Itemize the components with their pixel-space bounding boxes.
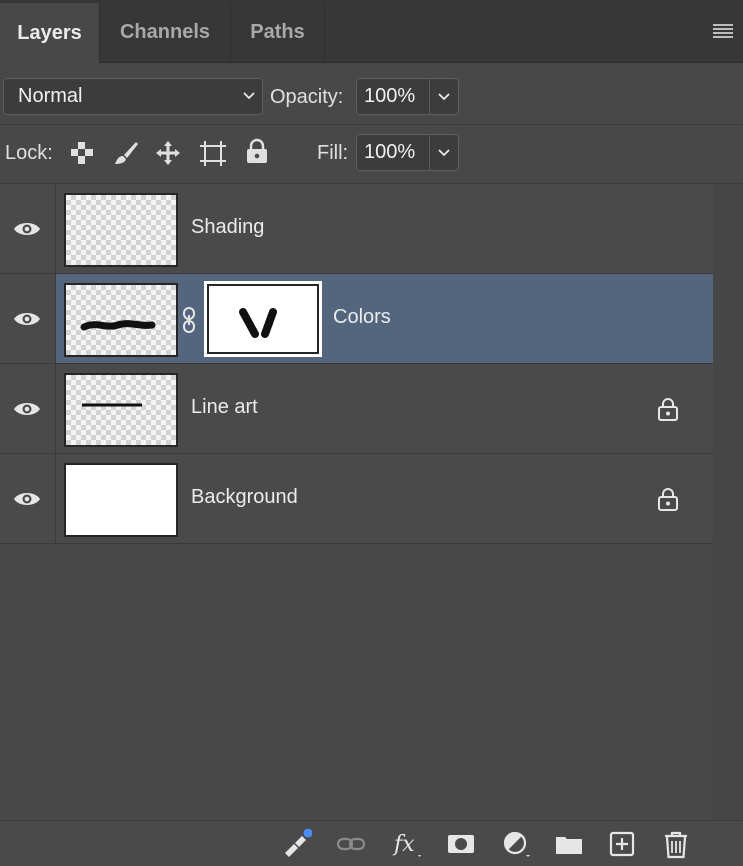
opacity-label: Opacity: (270, 86, 344, 108)
visibility-toggle[interactable] (0, 454, 56, 543)
blend-mode-select[interactable]: Normal (3, 78, 263, 115)
layer-lock-icon (658, 488, 678, 511)
fx-icon[interactable]: fx (392, 829, 422, 859)
eye-icon (14, 223, 40, 235)
layer-content[interactable]: Shading (56, 184, 713, 273)
visibility-toggle[interactable] (0, 274, 56, 363)
tab-channels[interactable]: Channels (100, 3, 231, 62)
panel-menu-icon[interactable] (713, 24, 733, 38)
blend-mode-value: Normal (18, 85, 83, 107)
fill-label: Fill: (317, 142, 349, 164)
layers-footer-toolbar: fx (0, 820, 743, 866)
layer-name[interactable]: Shading (191, 216, 264, 239)
lock-transparent-pixels-icon[interactable] (68, 139, 96, 167)
eye-icon (14, 493, 40, 505)
brush-stroke-thumbnail (80, 320, 156, 331)
chevron-down-icon (438, 149, 450, 157)
tab-paths[interactable]: Paths (231, 3, 325, 62)
layer-thumbnail (64, 193, 178, 267)
layer-content[interactable]: Background (56, 454, 713, 543)
layer-thumbnail (64, 463, 178, 537)
link-layers-icon[interactable] (336, 829, 366, 859)
layer-lock-icon (658, 398, 678, 421)
eye-icon (14, 403, 40, 415)
layer-name[interactable]: Background (191, 486, 298, 509)
new-group-icon[interactable] (554, 829, 584, 859)
lock-all-icon[interactable] (243, 137, 271, 165)
lock-artboard-icon[interactable] (199, 139, 227, 167)
opacity-dropdown-button[interactable] (429, 78, 459, 115)
opacity-input[interactable]: 100% (356, 78, 430, 115)
lock-label: Lock: (5, 142, 53, 164)
layer-content[interactable]: Colors (56, 274, 713, 363)
panel-tab-bar: Layers Channels Paths (0, 0, 743, 63)
layer-row-background[interactable]: Background (0, 454, 713, 544)
layers-scrollbar[interactable] (713, 184, 743, 820)
line-thumbnail (82, 403, 142, 407)
eye-icon (14, 313, 40, 325)
layer-thumbnail (64, 283, 178, 357)
chevron-down-icon (438, 93, 450, 101)
adjustment-layer-icon[interactable] (501, 829, 531, 859)
new-layer-icon[interactable] (607, 829, 637, 859)
chevron-down-icon (243, 92, 255, 100)
layer-name[interactable]: Line art (191, 396, 258, 419)
svg-text:fx: fx (392, 832, 415, 857)
layer-row-line-art[interactable]: Line art (0, 364, 713, 454)
visibility-toggle[interactable] (0, 184, 56, 273)
tab-layers[interactable]: Layers (0, 3, 100, 63)
layer-row-colors[interactable]: Colors (0, 274, 713, 364)
layer-mask-link-icon[interactable] (182, 306, 196, 334)
layer-mask-thumbnail[interactable] (204, 281, 322, 357)
lock-position-icon[interactable] (154, 139, 182, 167)
mask-shape (239, 308, 277, 338)
opacity-value: 100% (364, 85, 416, 107)
layer-row-shading[interactable]: Shading (0, 184, 713, 274)
fill-input[interactable]: 100% (356, 134, 430, 171)
lock-image-pixels-icon[interactable] (112, 139, 140, 167)
layer-thumbnail (64, 373, 178, 447)
fill-value: 100% (364, 141, 416, 163)
search-filter-icon[interactable] (282, 829, 312, 859)
layers-list: Shading Colors Line art Background (0, 184, 713, 546)
blend-opacity-row: Normal Opacity: 100% (0, 62, 743, 125)
layer-name[interactable]: Colors (333, 306, 391, 329)
delete-layer-icon[interactable] (661, 829, 691, 859)
layer-content[interactable]: Line art (56, 364, 713, 453)
lock-fill-row: Lock: Fill: 100% (0, 125, 743, 184)
fill-dropdown-button[interactable] (429, 134, 459, 171)
visibility-toggle[interactable] (0, 364, 56, 453)
add-mask-icon[interactable] (446, 829, 476, 859)
